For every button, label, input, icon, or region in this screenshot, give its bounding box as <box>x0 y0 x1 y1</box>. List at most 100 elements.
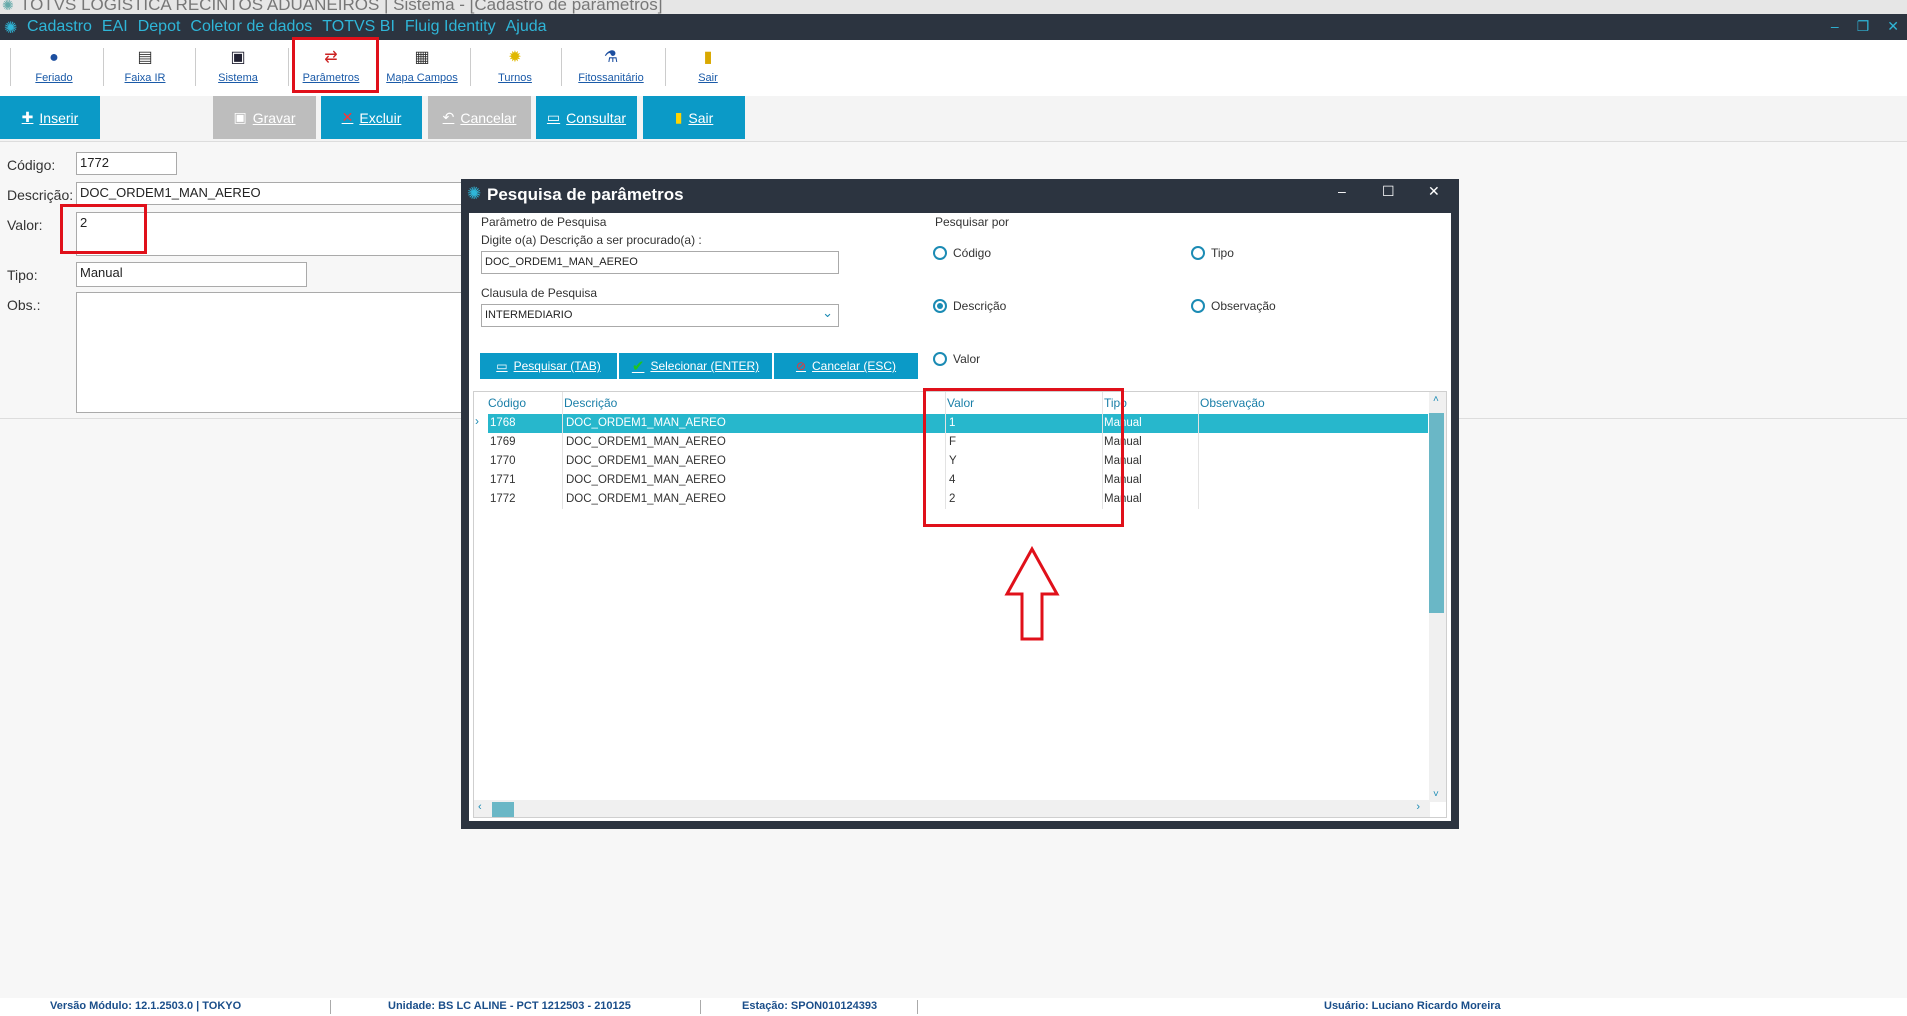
status-estacao: Estação: SPON010124393 <box>742 1000 878 1012</box>
computer-icon: ▣ <box>230 49 246 66</box>
delete-button[interactable]: ✕ Excluir <box>321 96 422 139</box>
app-logo-icon: ✺ <box>2 0 14 13</box>
globe-icon: ● <box>49 49 59 66</box>
book-icon: ▭ <box>546 109 561 125</box>
floppy-icon: ▣ <box>233 109 247 125</box>
tipo-label: Tipo: <box>7 267 38 283</box>
check-icon: ✔ <box>631 358 645 375</box>
toolbar: ● Feriado ▤ Faixa IR ▣ Sistema ⇄ Parâmet… <box>0 40 1907 96</box>
column-divider <box>562 392 563 509</box>
undo-icon: ↶ <box>442 109 455 125</box>
vertical-scroll-thumb[interactable] <box>1429 413 1444 613</box>
toolbar-feriado[interactable]: ● Feriado <box>24 44 84 90</box>
stop-icon: ⊘ <box>795 359 807 373</box>
toolbar-faixa-ir[interactable]: ▤ Faixa IR <box>115 44 175 90</box>
save-button[interactable]: ▣ Gravar <box>213 96 316 139</box>
toolbar-sair[interactable]: ▮ Sair <box>680 44 736 90</box>
map-icon: ▦ <box>414 49 430 66</box>
radio-codigo[interactable]: Código <box>933 246 991 260</box>
menu-cadastro[interactable]: Cadastro <box>27 18 92 36</box>
radio-observacao[interactable]: Observação <box>1191 299 1276 313</box>
select-button[interactable]: ✔ Selecionar (ENTER) <box>619 353 772 379</box>
status-versao: Versão Módulo: 12.1.2503.0 | TOKYO <box>50 1000 242 1012</box>
sun-icon: ✹ <box>508 49 522 66</box>
toolbar-divider <box>665 48 666 86</box>
toolbar-turnos[interactable]: ✹ Turnos <box>485 44 545 90</box>
window-title: TOTVS LOGISTICA RECINTOS ADUANEIROS | Si… <box>20 0 663 14</box>
clause-label: Clausula de Pesquisa <box>481 286 598 300</box>
cell-descricao: DOC_ORDEM1_MAN_AEREO <box>566 474 726 486</box>
status-bar: Versão Módulo: 12.1.2503.0 | TOKYO Unida… <box>0 998 1907 1016</box>
cancel-search-button[interactable]: ⊘ Cancelar (ESC) <box>774 353 918 379</box>
toolbar-sistema[interactable]: ▣ Sistema <box>208 44 268 90</box>
scroll-right-icon[interactable]: › <box>1416 801 1420 813</box>
tipo-select[interactable]: Manual <box>76 262 307 287</box>
minimize-icon[interactable]: – <box>1338 183 1346 199</box>
toolbar-fitossanitario[interactable]: ⚗ Fitossanitário <box>572 44 650 90</box>
chevron-down-icon: ⌄ <box>822 305 833 320</box>
highlight-parametros <box>292 37 379 93</box>
insert-icon: ✚ <box>21 109 34 125</box>
column-header-descricao[interactable]: Descrição <box>564 396 617 410</box>
search-button[interactable]: ▭ Pesquisar (TAB) <box>480 353 617 379</box>
clause-select[interactable]: INTERMEDIARIO ⌄ <box>481 304 839 327</box>
column-divider <box>1198 392 1199 509</box>
cell-descricao: DOC_ORDEM1_MAN_AEREO <box>566 493 726 505</box>
search-by-label: Pesquisar por <box>935 215 1010 229</box>
column-header-observacao[interactable]: Observação <box>1200 396 1265 410</box>
highlight-valor <box>60 204 147 254</box>
cell-codigo: 1768 <box>490 417 516 429</box>
toolbar-mapa-campos[interactable]: ▦ Mapa Campos <box>386 44 458 90</box>
cell-descricao: DOC_ORDEM1_MAN_AEREO <box>566 417 726 429</box>
cell-codigo: 1770 <box>490 455 516 467</box>
toolbar-divider <box>10 48 11 86</box>
exit-door-icon: ▮ <box>703 49 713 66</box>
restore-icon[interactable]: ❐ <box>1857 18 1870 35</box>
insert-button[interactable]: ✚ Inserir <box>0 96 100 139</box>
toolbar-divider <box>470 48 471 86</box>
exit-button[interactable]: ▮ Sair <box>643 96 745 139</box>
radio-descricao[interactable]: Descrição <box>933 299 1006 313</box>
descricao-field[interactable]: DOC_ORDEM1_MAN_AEREO <box>76 182 463 205</box>
menu-ajuda[interactable]: Ajuda <box>506 18 547 36</box>
close-icon[interactable]: ✕ <box>1887 18 1899 35</box>
menu-coletor-de-dados[interactable]: Coletor de dados <box>190 18 312 36</box>
menu-eai[interactable]: EAI <box>102 18 128 36</box>
codigo-field[interactable]: 1772 <box>76 152 177 175</box>
menu-totvs-bi[interactable]: TOTVS BI <box>322 18 395 36</box>
minimize-icon[interactable]: – <box>1831 18 1839 35</box>
window-titlebar: ✺ TOTVS LOGISTICA RECINTOS ADUANEIROS | … <box>0 0 1907 14</box>
query-button[interactable]: ▭ Consultar <box>536 96 637 139</box>
toolbar-divider <box>195 48 196 86</box>
menu-bar: ✺ Cadastro EAI Depot Coletor de dados TO… <box>0 14 1907 40</box>
menu-depot[interactable]: Depot <box>138 18 181 36</box>
search-prompt: Digite o(a) Descrição a ser procurado(a)… <box>481 233 702 247</box>
scroll-down-icon[interactable]: ˅ <box>1433 789 1439 800</box>
horizontal-scroll-thumb[interactable] <box>492 802 514 817</box>
horizontal-scrollbar[interactable]: ‹ › <box>474 800 1430 817</box>
maximize-icon[interactable]: ☐ <box>1382 183 1395 200</box>
app-logo-icon: ✺ <box>467 184 482 203</box>
scroll-left-icon[interactable]: ‹ <box>478 801 482 813</box>
cancel-button[interactable]: ↶ Cancelar <box>428 96 531 139</box>
action-bar: ✚ Inserir ▣ Gravar ✕ Excluir ↶ Cancelar … <box>0 96 1907 142</box>
radio-valor[interactable]: Valor <box>933 352 980 366</box>
close-icon[interactable]: ✕ <box>1428 183 1440 200</box>
up-arrow-annotation <box>1004 546 1060 641</box>
status-usuario: Usuário: Luciano Ricardo Moreira <box>1324 1000 1501 1012</box>
valor-label: Valor: <box>7 217 43 233</box>
scroll-up-icon[interactable]: ˄ <box>1433 394 1439 405</box>
search-input[interactable]: DOC_ORDEM1_MAN_AEREO <box>481 251 839 274</box>
app-menu-icon[interactable]: ✺ <box>4 18 17 38</box>
column-header-codigo[interactable]: Código <box>488 396 526 410</box>
menu-fluig-identity[interactable]: Fluig Identity <box>405 18 496 36</box>
flask-icon: ⚗ <box>603 49 619 66</box>
obs-textarea[interactable] <box>76 292 463 413</box>
dialog-title: Pesquisa de parâmetros <box>487 185 684 204</box>
codigo-label: Código: <box>7 157 56 173</box>
x-icon: ✕ <box>341 109 354 125</box>
toolbar-divider <box>561 48 562 86</box>
cell-descricao: DOC_ORDEM1_MAN_AEREO <box>566 455 726 467</box>
radio-tipo[interactable]: Tipo <box>1191 246 1234 260</box>
exit-door-icon: ▮ <box>674 109 683 125</box>
